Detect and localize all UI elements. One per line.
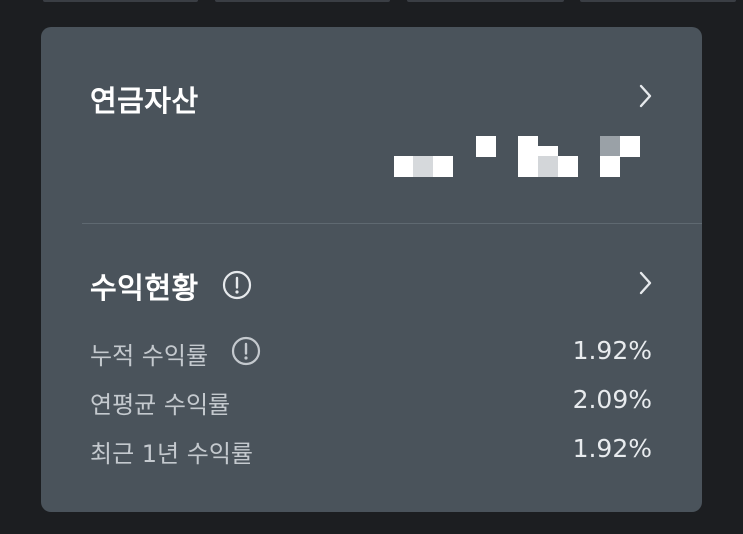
cumulative-return-value: 1.92% bbox=[572, 336, 652, 365]
info-circle-icon[interactable] bbox=[230, 335, 262, 367]
top-tab-segment bbox=[407, 0, 564, 2]
returns-title: 수익현황 bbox=[90, 271, 199, 305]
recent-1y-return-label: 최근 1년 수익률 bbox=[90, 440, 254, 468]
masked-asset-value bbox=[391, 132, 646, 177]
annual-average-return-label: 연평균 수익률 bbox=[90, 391, 231, 419]
top-tab-segment bbox=[580, 0, 736, 2]
section-divider bbox=[82, 223, 702, 224]
pension-summary-card: 연금자산 수익현황 누적 수익률 1.92% 연평균 수익률 2.09% 최근 … bbox=[41, 27, 702, 512]
recent-1y-return-value: 1.92% bbox=[572, 434, 652, 463]
pension-assets-title: 연금자산 bbox=[90, 84, 199, 118]
info-circle-icon[interactable] bbox=[221, 269, 253, 301]
cumulative-return-label: 누적 수익률 bbox=[90, 342, 209, 370]
chevron-right-icon[interactable] bbox=[630, 81, 660, 111]
top-tab-segment bbox=[43, 0, 198, 2]
top-tab-strip bbox=[0, 0, 743, 4]
chevron-right-icon[interactable] bbox=[630, 268, 660, 298]
top-tab-segment bbox=[215, 0, 390, 2]
annual-average-return-value: 2.09% bbox=[572, 385, 652, 414]
